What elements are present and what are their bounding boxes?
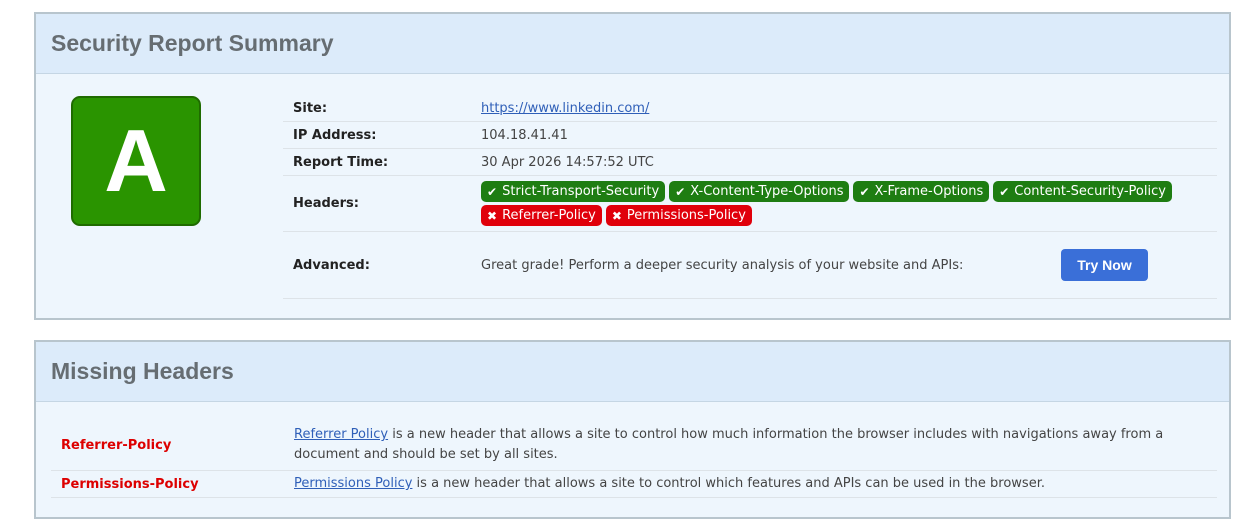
advanced-text: Great grade! Perform a deeper security a… — [481, 257, 964, 273]
check-icon: ✔ — [675, 184, 686, 199]
summary-header: Security Report Summary — [36, 14, 1229, 74]
missing-title: Missing Headers — [51, 358, 234, 384]
header-badge: ✔ Content-Security-Policy — [993, 181, 1172, 202]
check-icon: ✔ — [859, 184, 870, 199]
header-badge: ✔ X-Frame-Options — [853, 181, 990, 202]
ip-label: IP Address: — [293, 127, 377, 143]
report-time-label: Report Time: — [293, 154, 389, 170]
cross-icon: ✖ — [611, 208, 622, 223]
header-badge: ✖ Permissions-Policy — [605, 205, 752, 226]
missing-header-name: Referrer-Policy — [61, 437, 172, 453]
missing-header-link[interactable]: Referrer Policy — [294, 427, 388, 442]
missing-header-description: Referrer Policy is a new header that all… — [294, 425, 1217, 465]
check-icon: ✔ — [999, 184, 1010, 199]
header-badge-label: Strict-Transport-Security — [502, 184, 660, 199]
missing-headers-panel: Missing Headers Referrer-Policy Referrer… — [34, 340, 1231, 519]
summary-title: Security Report Summary — [51, 30, 334, 56]
report-time-value: 30 Apr 2026 14:57:52 UTC — [481, 154, 654, 170]
security-report-summary-panel: Security Report Summary A Site: https://… — [34, 12, 1231, 320]
missing-header-description: Permissions Policy is a new header that … — [294, 474, 1217, 494]
missing-header-description-text: is a new header that allows a site to co… — [412, 476, 1045, 491]
header-badge: ✔ Strict-Transport-Security — [481, 181, 666, 202]
advanced-label: Advanced: — [293, 257, 370, 273]
cross-icon: ✖ — [487, 208, 498, 223]
header-badge-label: Referrer-Policy — [502, 208, 596, 223]
header-badge-label: Permissions-Policy — [626, 208, 746, 223]
grade-badge: A — [71, 96, 201, 226]
header-badge-label: X-Frame-Options — [874, 184, 984, 199]
missing-header: Missing Headers — [36, 342, 1229, 402]
check-icon: ✔ — [487, 184, 498, 199]
missing-header-name: Permissions-Policy — [61, 476, 199, 492]
site-label: Site: — [293, 100, 328, 116]
header-badge-label: Content-Security-Policy — [1014, 184, 1166, 199]
headers-label: Headers: — [293, 196, 359, 211]
report-time-row: Report Time: 30 Apr 2026 14:57:52 UTC — [283, 149, 1217, 176]
header-badge: ✖ Referrer-Policy — [481, 205, 602, 226]
missing-header-description-text: is a new header that allows a site to co… — [294, 427, 1164, 462]
header-badge: ✔ X-Content-Type-Options — [669, 181, 850, 202]
try-now-button[interactable]: Try Now — [1061, 249, 1148, 281]
missing-header-link[interactable]: Permissions Policy — [294, 476, 412, 491]
advanced-row: Advanced: Great grade! Perform a deeper … — [283, 232, 1217, 299]
header-badges: ✔ Strict-Transport-Security ✔ X-Content-Ty… — [481, 181, 1181, 226]
missing-header-row: Referrer-Policy Referrer Policy is a new… — [51, 420, 1217, 471]
missing-headers-list: Referrer-Policy Referrer Policy is a new… — [51, 420, 1217, 498]
site-row: Site: https://www.linkedin.com/ — [283, 95, 1217, 122]
ip-value: 104.18.41.41 — [481, 127, 568, 143]
headers-row: Headers: ✔ Strict-Transport-Security ✔ X-C… — [283, 176, 1217, 232]
ip-row: IP Address: 104.18.41.41 — [283, 122, 1217, 149]
missing-header-row: Permissions-Policy Permissions Policy is… — [51, 471, 1217, 498]
site-link[interactable]: https://www.linkedin.com/ — [481, 101, 649, 116]
header-badge-label: X-Content-Type-Options — [690, 184, 844, 199]
report-info-table: Site: https://www.linkedin.com/ IP Addre… — [283, 95, 1217, 299]
